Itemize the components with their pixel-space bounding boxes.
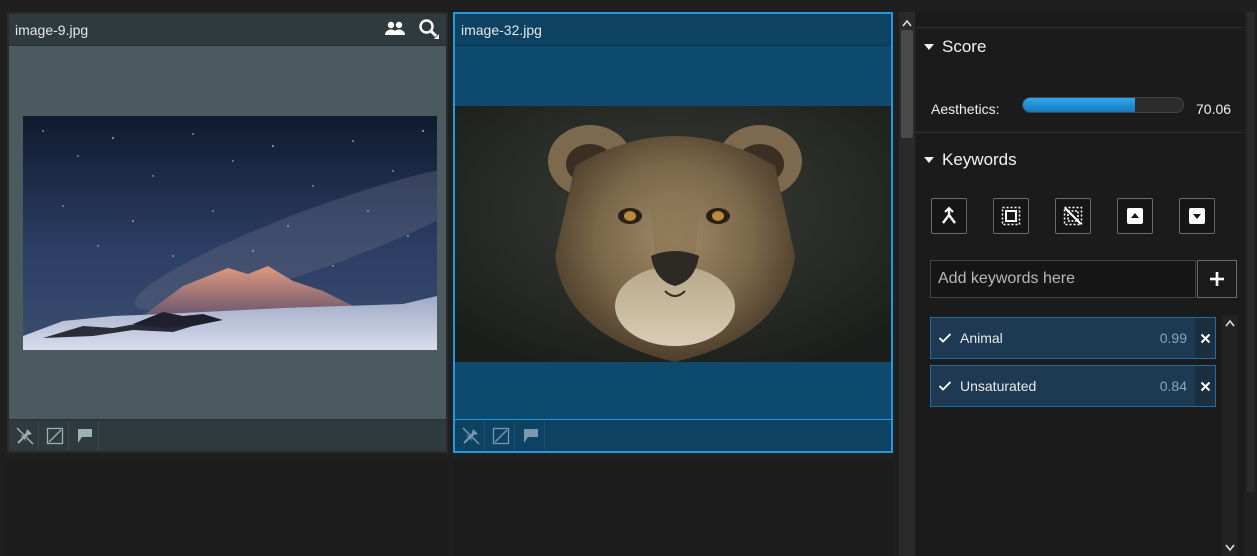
split-icon[interactable]	[931, 198, 967, 234]
grid-scrollbar-thumb[interactable]	[901, 30, 913, 138]
keyword-input[interactable]	[930, 260, 1196, 298]
download-icon[interactable]	[1179, 198, 1215, 234]
keyword-item[interactable]: Unsaturated 0.84	[930, 365, 1216, 407]
keyword-score: 0.84	[1159, 378, 1187, 394]
keyword-list: Animal 0.99 Unsaturated 0.84	[930, 317, 1222, 413]
reject-icon[interactable]	[487, 421, 515, 450]
scroll-up-icon[interactable]	[1222, 315, 1238, 331]
aesthetics-bar	[1022, 97, 1184, 113]
aesthetics-label: Aesthetics:	[931, 101, 1000, 117]
night-sky-mountain-photo	[23, 116, 437, 350]
plus-icon	[1210, 272, 1224, 286]
thumbnail-header: image-32.jpg	[455, 14, 891, 46]
thumbnail-footer	[455, 419, 891, 451]
unpin-icon[interactable]	[457, 421, 485, 450]
thumbnail-filename: image-9.jpg	[15, 21, 89, 38]
deselect-all-icon[interactable]	[1055, 198, 1091, 234]
keywords-section-title: Keywords	[942, 150, 1017, 169]
flag-icon[interactable]	[71, 421, 99, 450]
unpin-icon[interactable]	[11, 421, 39, 450]
close-icon[interactable]	[1195, 318, 1215, 358]
caret-down-icon	[924, 157, 934, 163]
keyword-toolbar	[931, 198, 1215, 234]
score-section-toggle[interactable]: Score	[924, 37, 986, 57]
flag-icon[interactable]	[517, 421, 545, 450]
check-icon[interactable]	[938, 331, 952, 345]
upload-icon[interactable]	[1117, 198, 1153, 234]
aesthetics-bar-fill	[1023, 98, 1136, 112]
caret-down-icon	[924, 44, 934, 50]
divider	[916, 27, 1242, 28]
keyword-name: Animal	[960, 330, 1003, 346]
keyword-name: Unsaturated	[960, 378, 1037, 394]
score-section-title: Score	[942, 37, 987, 56]
thumbnail-slot-empty	[7, 459, 448, 556]
people-icon[interactable]	[382, 16, 408, 42]
thumbnail-filename: image-32.jpg	[461, 21, 542, 38]
thumbnail-slot-empty	[453, 459, 893, 556]
search-icon[interactable]	[416, 16, 442, 42]
panel-scrollbar-thumb[interactable]	[1247, 12, 1255, 492]
close-icon[interactable]	[1195, 366, 1215, 406]
reject-icon[interactable]	[41, 421, 69, 450]
scroll-down-icon[interactable]	[1222, 540, 1238, 556]
thumbnail-card-image-32[interactable]: image-32.jpg	[453, 12, 893, 453]
panel-scrollbar[interactable]	[1244, 12, 1257, 556]
thumbnail-header: image-9.jpg	[9, 14, 446, 46]
select-all-icon[interactable]	[993, 198, 1029, 234]
keyword-list-scrollbar[interactable]	[1222, 315, 1238, 556]
aesthetics-value: 70.06	[1196, 101, 1232, 117]
lioness-photo	[455, 106, 891, 362]
metadata-panel: Score Aesthetics: 70.06 Keywords Add key…	[916, 12, 1250, 556]
check-icon[interactable]	[938, 379, 952, 393]
thumbnail-card-image-9[interactable]: image-9.jpg	[7, 12, 448, 453]
keyword-score: 0.99	[1159, 330, 1187, 346]
keywords-section-toggle[interactable]: Keywords	[924, 150, 1017, 170]
divider	[916, 132, 1242, 133]
keyword-item[interactable]: Animal 0.99	[930, 317, 1216, 359]
grid-scrollbar[interactable]	[899, 12, 915, 556]
add-keyword-button[interactable]	[1197, 260, 1237, 298]
thumbnail-footer	[9, 419, 446, 451]
